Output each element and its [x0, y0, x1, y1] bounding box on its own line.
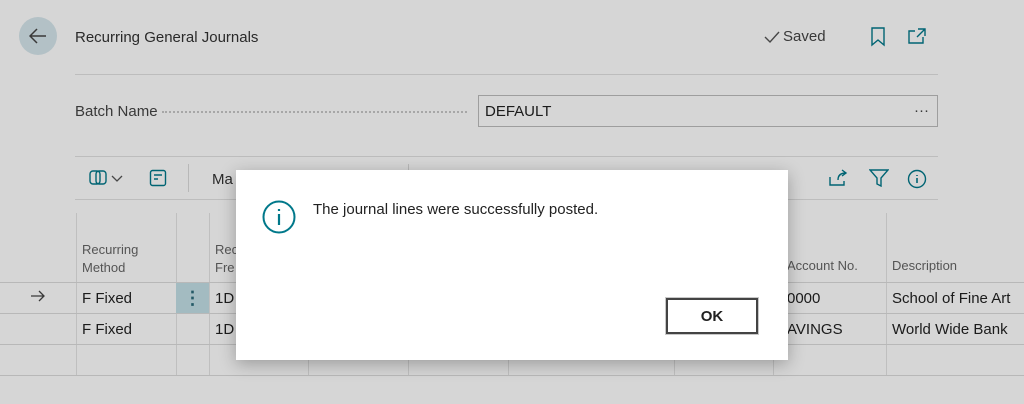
message-dialog: The journal lines were successfully post…: [236, 170, 788, 360]
dialog-message: The journal lines were successfully post…: [313, 201, 599, 218]
info-icon: [262, 200, 296, 239]
ok-button[interactable]: OK: [666, 298, 758, 334]
